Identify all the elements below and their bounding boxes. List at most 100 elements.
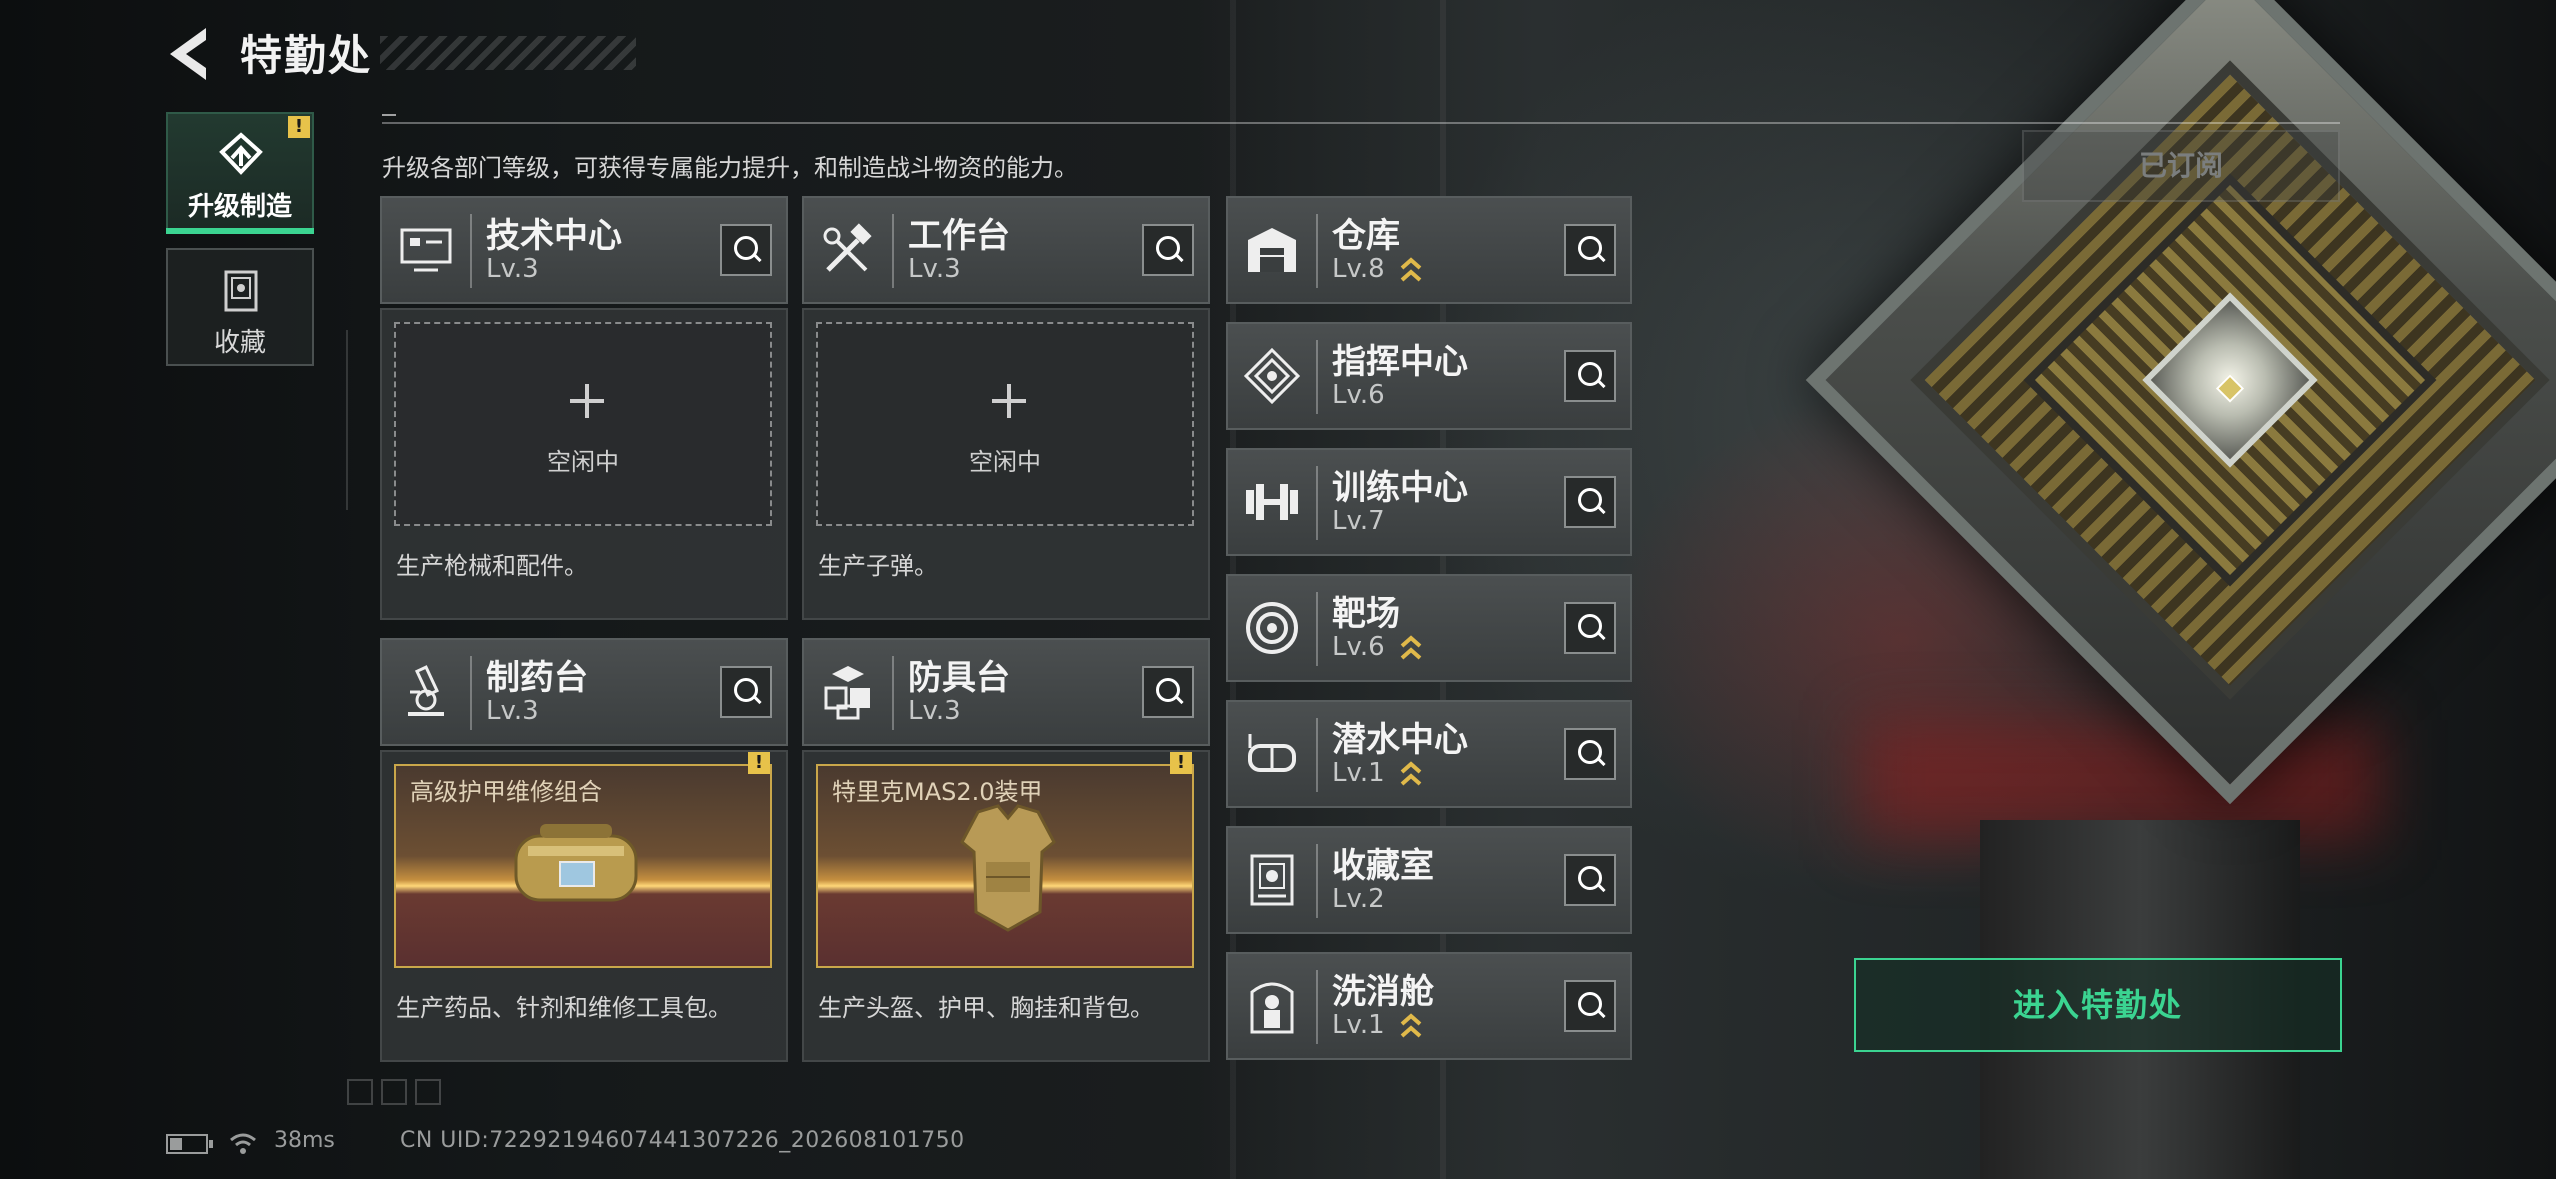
- back-arrow-icon[interactable]: [166, 26, 210, 82]
- workshop-armor-body: 特里克MAS2.0装甲 ! 生产头盔、护甲、胸挂和背包。: [802, 750, 1210, 1062]
- search-button[interactable]: [720, 666, 772, 718]
- facility-name: 训练中心: [1332, 468, 1468, 508]
- user-uid: CN UID:72292194607441307226_202608101750: [400, 1128, 965, 1153]
- dumbbell-icon: [1246, 484, 1298, 520]
- upgrade-icon: [219, 132, 263, 175]
- workshop-workbench-body: 空闲中 生产子弹。: [802, 308, 1210, 620]
- separator: [1316, 214, 1318, 288]
- separator: [1316, 844, 1318, 918]
- target-icon: [1246, 602, 1298, 654]
- ping-text: 38ms: [274, 1128, 335, 1153]
- idle-text: 空闲中: [547, 448, 619, 476]
- separator: [470, 656, 472, 730]
- separator: [470, 214, 472, 288]
- search-button[interactable]: [1564, 602, 1616, 654]
- separator: [1316, 466, 1318, 540]
- workshop-description: 生产子弹。: [818, 552, 938, 580]
- alert-badge: !: [1170, 752, 1192, 774]
- warehouse-icon: [1248, 228, 1296, 272]
- facility-decontamination[interactable]: 洗消舱 Lv.1: [1226, 952, 1632, 1060]
- item-name: 高级护甲维修组合: [410, 778, 602, 806]
- workshop-name: 技术中心: [486, 216, 622, 256]
- facility-level: Lv.7: [1332, 506, 1385, 536]
- repair-kit-image: [514, 824, 638, 902]
- separator: [1316, 718, 1318, 792]
- search-button[interactable]: [1564, 980, 1616, 1032]
- workshop-level: Lv.3: [486, 254, 539, 284]
- facility-command-center[interactable]: 指挥中心 Lv.6: [1226, 322, 1632, 430]
- separator: [1316, 340, 1318, 414]
- facility-training-center[interactable]: 训练中心 Lv.7: [1226, 448, 1632, 556]
- title-hatch-decoration: [380, 36, 636, 70]
- tab-label: 升级制造: [187, 192, 292, 222]
- search-button[interactable]: [1142, 666, 1194, 718]
- diving-mask-icon: [1248, 734, 1296, 772]
- facility-name: 收藏室: [1332, 846, 1434, 886]
- workshop-name: 防具台: [908, 658, 1010, 698]
- workshop-name: 制药台: [486, 658, 588, 698]
- workshop-level: Lv.3: [486, 696, 539, 726]
- facility-collection-room[interactable]: 收藏室 Lv.2: [1226, 826, 1632, 934]
- search-button[interactable]: [1142, 224, 1194, 276]
- facility-level: Lv.8: [1332, 254, 1385, 284]
- facility-name: 仓库: [1332, 216, 1400, 256]
- workshop-workbench-header[interactable]: 工作台 Lv.3: [802, 196, 1210, 304]
- boxes-icon: [824, 666, 870, 720]
- facility-name: 洗消舱: [1332, 972, 1434, 1012]
- facility-level: Lv.6: [1332, 632, 1385, 662]
- cube-frame: [1805, 0, 2556, 805]
- facility-name: 靶场: [1332, 594, 1400, 634]
- workshop-pharmacy-header[interactable]: 制药台 Lv.3: [380, 638, 788, 746]
- collection-icon: [224, 270, 258, 312]
- alert-badge: !: [288, 116, 310, 138]
- upgrade-chevron-icon: [1400, 257, 1422, 282]
- workshop-description: 生产药品、针剂和维修工具包。: [396, 994, 732, 1022]
- idle-slot[interactable]: 空闲中: [394, 322, 772, 526]
- idle-slot[interactable]: 空闲中: [816, 322, 1194, 526]
- item-card[interactable]: 特里克MAS2.0装甲 !: [816, 752, 1194, 968]
- separator: [1316, 970, 1318, 1044]
- tab-collection[interactable]: 收藏: [166, 248, 314, 366]
- item-card[interactable]: 高级护甲维修组合 !: [394, 752, 772, 968]
- search-button[interactable]: [1564, 728, 1616, 780]
- tab-label: 收藏: [213, 328, 266, 358]
- search-button[interactable]: [720, 224, 772, 276]
- search-button[interactable]: [1564, 224, 1616, 276]
- plus-icon: [992, 384, 1026, 418]
- workshop-armor-header[interactable]: 防具台 Lv.3: [802, 638, 1210, 746]
- workshop-level: Lv.3: [908, 696, 961, 726]
- monitor-icon: [400, 228, 452, 272]
- search-button[interactable]: [1564, 476, 1616, 528]
- cube-inner-ring: [2023, 173, 2437, 587]
- enter-special-ops-button[interactable]: 进入特勤处: [1854, 958, 2342, 1052]
- alert-badge: !: [748, 752, 770, 774]
- upgrade-chevron-icon: [1400, 635, 1422, 660]
- workshop-description: 生产头盔、护甲、胸挂和背包。: [818, 994, 1154, 1022]
- search-button[interactable]: [1564, 350, 1616, 402]
- facility-warehouse[interactable]: 仓库 Lv.8: [1226, 196, 1632, 304]
- facility-level: Lv.1: [1332, 1010, 1385, 1040]
- subscribed-button[interactable]: 已订阅: [2022, 130, 2340, 202]
- workshop-pharmacy-body: 高级护甲维修组合 ! 生产药品、针剂和维修工具包。: [380, 750, 788, 1062]
- tab-upgrade-manufacture[interactable]: 升级制造 !: [166, 112, 314, 234]
- cube-core-dot: [2215, 374, 2245, 403]
- plus-icon: [570, 384, 604, 418]
- facility-diving-center[interactable]: 潜水中心 Lv.1: [1226, 700, 1632, 808]
- vertical-divider: [346, 330, 348, 510]
- facility-name: 潜水中心: [1332, 720, 1468, 760]
- page-title: 特勤处: [240, 31, 373, 80]
- facility-name: 指挥中心: [1332, 342, 1468, 382]
- workshop-name: 工作台: [908, 216, 1010, 256]
- command-icon: [1243, 347, 1301, 405]
- cube-core: [2142, 292, 2318, 468]
- search-button[interactable]: [1564, 854, 1616, 906]
- divider-tick: [382, 114, 396, 116]
- battery-icon: [166, 1134, 213, 1154]
- idle-text: 空闲中: [969, 448, 1041, 476]
- tools-icon: [823, 223, 872, 272]
- facility-shooting-range[interactable]: 靶场 Lv.6: [1226, 574, 1632, 682]
- workshop-tech-center-header[interactable]: 技术中心 Lv.3: [380, 196, 788, 304]
- workshop-level: Lv.3: [908, 254, 961, 284]
- description-text: 升级各部门等级，可获得专属能力提升，和制造战斗物资的能力。: [382, 154, 1078, 182]
- facility-level: Lv.2: [1332, 884, 1385, 914]
